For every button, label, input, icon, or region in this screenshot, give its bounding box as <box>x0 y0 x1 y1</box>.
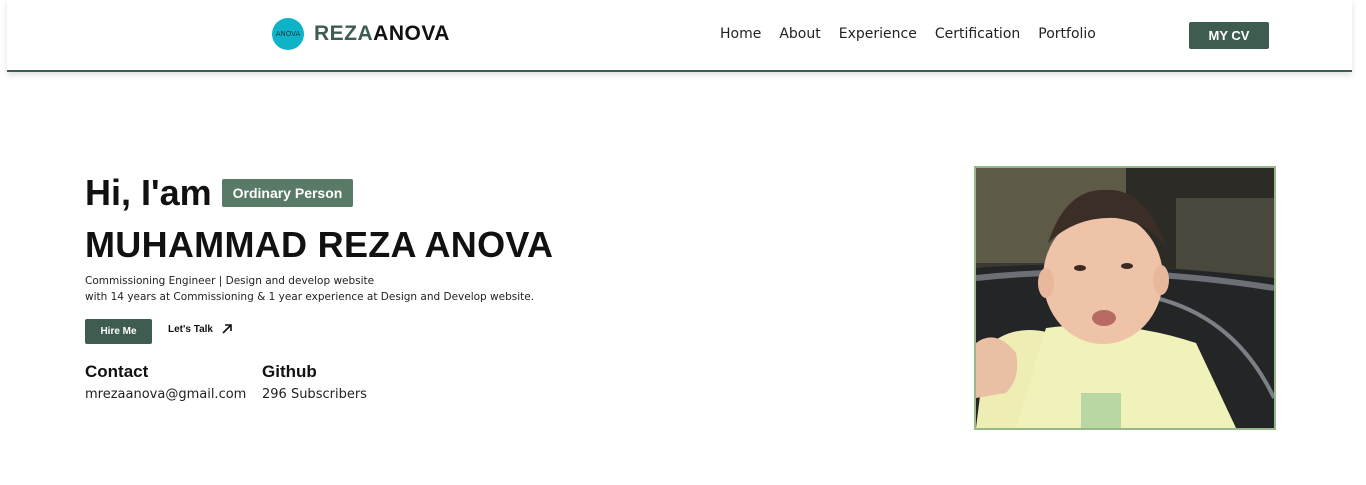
github-subscribers: 296 Subscribers <box>262 387 367 402</box>
contact-email[interactable]: mrezaanova@gmail.com <box>85 387 246 402</box>
desc-line-2: with 14 years at Commissioning & 1 year … <box>85 291 535 303</box>
logo[interactable]: ANOVA REZAANOVA <box>272 18 450 50</box>
hire-me-button[interactable]: Hire Me <box>85 319 152 344</box>
greeting-row: Hi, I'am Ordinary Person <box>85 172 354 214</box>
navbar: ANOVA REZAANOVA Home About Experience Ce… <box>7 0 1352 72</box>
role-badge: Ordinary Person <box>221 179 354 207</box>
github-title: Github <box>262 362 317 381</box>
brand-name: REZAANOVA <box>314 22 450 46</box>
greeting: Hi, I'am <box>85 172 212 213</box>
contact-block: Contact mrezaanova@gmail.com <box>85 362 246 402</box>
my-cv-button[interactable]: MY CV <box>1189 22 1269 49</box>
lets-talk-label: Let's Talk <box>168 323 213 335</box>
nav-experience[interactable]: Experience <box>839 26 917 42</box>
nav-home[interactable]: Home <box>720 26 761 42</box>
hero-description: Commissioning Engineer | Design and deve… <box>85 273 534 305</box>
logo-circle: ANOVA <box>272 18 304 50</box>
main-nav: Home About Experience Certification Port… <box>720 26 1114 42</box>
brand-rest: ANOVA <box>373 22 450 45</box>
contact-title: Contact <box>85 362 149 381</box>
hero-name: MUHAMMAD REZA ANOVA <box>85 224 554 265</box>
nav-about[interactable]: About <box>779 26 820 42</box>
desc-line-1: Commissioning Engineer | Design and deve… <box>85 275 375 287</box>
arrow-up-right-icon <box>222 324 232 334</box>
lets-talk-link[interactable]: Let's Talk <box>168 323 233 335</box>
brand-accent: REZA <box>314 22 374 45</box>
nav-certification[interactable]: Certification <box>935 26 1020 42</box>
profile-photo <box>974 166 1276 430</box>
github-block: Github 296 Subscribers <box>262 362 367 402</box>
nav-portfolio[interactable]: Portfolio <box>1038 26 1096 42</box>
child-photo-illustration <box>976 168 1274 428</box>
